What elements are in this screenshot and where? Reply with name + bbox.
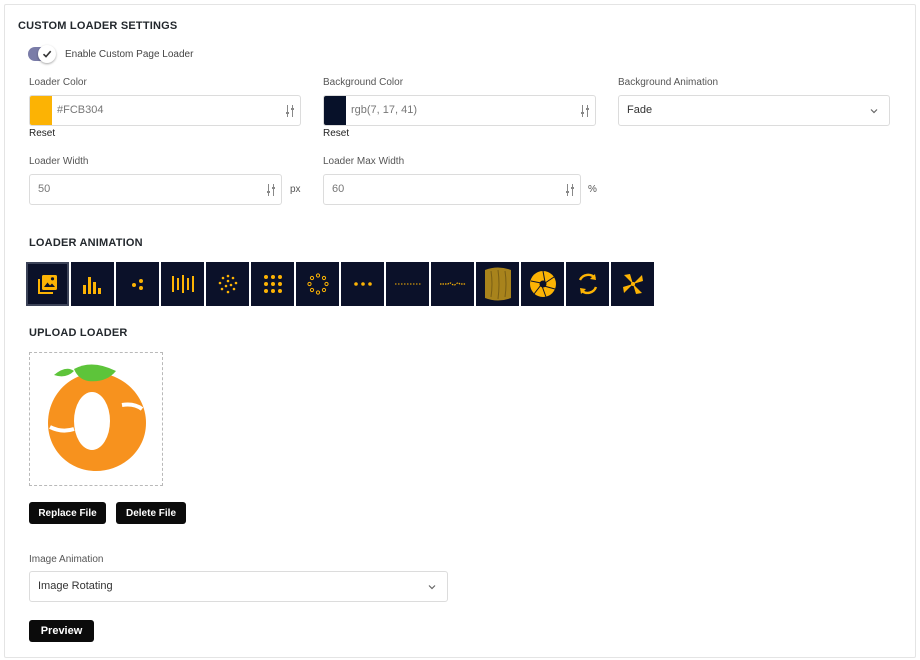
background-color-value: rgb(7, 17, 41) — [351, 104, 418, 116]
checkmark-icon — [42, 50, 52, 58]
upload-loader-title: UPLOAD LOADER — [29, 327, 128, 339]
animation-option-wave-line[interactable] — [431, 262, 474, 306]
background-animation-select[interactable]: Fade — [618, 95, 890, 126]
image-icon — [37, 275, 57, 294]
background-color-field[interactable]: rgb(7, 17, 41) — [323, 95, 596, 126]
background-animation-value: Fade — [627, 104, 653, 116]
chevron-down-icon — [870, 109, 878, 114]
animation-option-dot-ring[interactable] — [296, 262, 339, 306]
animation-option-dot-grid[interactable] — [251, 262, 294, 306]
section-title: CUSTOM LOADER SETTINGS — [18, 20, 178, 32]
cylinder-icon — [484, 267, 511, 301]
bars-icon — [82, 277, 101, 294]
loader-color-value: #FCB304 — [57, 104, 104, 116]
dot-burst-icon — [218, 274, 237, 294]
dots-triangle-icon — [131, 279, 143, 290]
sliders-icon[interactable] — [566, 184, 574, 196]
animation-option-dot-burst[interactable] — [206, 262, 249, 306]
loader-max-width-label: Loader Max Width — [323, 156, 405, 167]
chevron-down-icon — [428, 585, 436, 590]
image-animation-value: Image Rotating — [38, 580, 113, 592]
sliders-icon[interactable] — [286, 105, 294, 117]
delete-file-button[interactable]: Delete File — [116, 502, 186, 524]
dot-ring-icon — [306, 273, 329, 295]
preview-button[interactable]: Preview — [29, 620, 94, 642]
loader-width-input[interactable]: 50 — [29, 174, 282, 205]
three-dots-icon — [353, 282, 372, 286]
wave-line-icon — [439, 282, 466, 286]
image-animation-select[interactable]: Image Rotating — [29, 571, 448, 602]
loader-color-label: Loader Color — [29, 77, 87, 88]
sliders-icon[interactable] — [581, 105, 589, 117]
loader-max-width-value: 60 — [332, 183, 345, 195]
animation-option-pinwheel[interactable] — [611, 262, 654, 306]
replace-file-button[interactable]: Replace File — [29, 502, 106, 524]
animation-option-circular-arrows[interactable] — [566, 262, 609, 306]
loader-color-field[interactable]: #FCB304 — [29, 95, 301, 126]
image-animation-label: Image Animation — [29, 554, 104, 565]
animation-option-vertical-bars[interactable] — [161, 262, 204, 306]
circular-arrows-icon — [578, 273, 597, 295]
loader-color-reset-link[interactable]: Reset — [29, 128, 55, 139]
enable-loader-label: Enable Custom Page Loader — [65, 49, 194, 60]
animation-option-image[interactable] — [26, 262, 69, 306]
loader-max-width-input[interactable]: 60 — [323, 174, 581, 205]
loader-width-label: Loader Width — [29, 156, 89, 167]
upload-loader-dropzone[interactable] — [29, 352, 163, 486]
background-color-label: Background Color — [323, 77, 404, 88]
loader-max-width-unit: % — [588, 184, 597, 195]
background-color-reset-link[interactable]: Reset — [323, 128, 349, 139]
orange-fruit-logo-icon — [48, 364, 146, 471]
sliders-icon[interactable] — [267, 184, 275, 196]
animation-option-dashed-line[interactable] — [386, 262, 429, 306]
animation-option-three-dots[interactable] — [341, 262, 384, 306]
animation-option-bars[interactable] — [71, 262, 114, 306]
animation-option-aperture[interactable] — [521, 262, 564, 306]
aperture-icon — [529, 270, 556, 298]
loader-width-unit: px — [290, 184, 301, 195]
toggle-knob — [38, 45, 56, 63]
background-animation-label: Background Animation — [618, 77, 719, 88]
animation-option-dots-triangle[interactable] — [116, 262, 159, 306]
background-color-swatch[interactable] — [324, 96, 346, 125]
animation-option-cylinder[interactable] — [476, 262, 519, 306]
pinwheel-icon — [622, 274, 643, 294]
dashed-line-icon — [394, 283, 421, 285]
loader-color-swatch[interactable] — [30, 96, 52, 125]
loader-animation-title: LOADER ANIMATION — [29, 237, 143, 249]
loader-animation-options — [26, 262, 654, 306]
dot-grid-icon — [263, 275, 282, 293]
loader-width-value: 50 — [38, 183, 51, 195]
vertical-bars-icon — [171, 275, 194, 293]
enable-loader-toggle[interactable] — [28, 45, 56, 63]
